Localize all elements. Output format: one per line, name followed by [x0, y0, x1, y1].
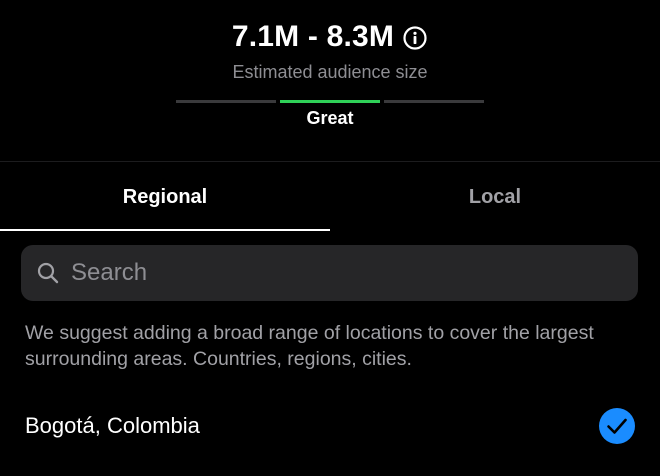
location-name: Bogotá, Colombia	[25, 413, 200, 438]
info-circle-icon[interactable]	[402, 25, 428, 51]
audience-range-row: 7.1M - 8.3M	[0, 20, 660, 54]
tab-selected-indicator	[0, 229, 330, 231]
checkmark-circle-icon[interactable]	[598, 407, 636, 445]
tab-regional[interactable]: Regional	[0, 162, 330, 232]
search-icon	[37, 262, 59, 284]
audience-subtitle: Estimated audience size	[232, 62, 428, 82]
audience-rating: Great	[306, 108, 354, 128]
meter-segment-2	[280, 100, 380, 103]
tab-regional-label: Regional	[122, 185, 208, 208]
audience-range: 7.1M - 8.3M	[231, 20, 395, 53]
tab-local[interactable]: Local	[330, 162, 660, 232]
meter-segment-1	[176, 100, 276, 103]
location-hint: We suggest adding a broad range of locat…	[25, 322, 594, 370]
meter-segment-3	[384, 100, 484, 103]
audience-meter	[176, 100, 484, 103]
tab-local-label: Local	[468, 185, 522, 208]
search-bar[interactable]	[21, 245, 638, 301]
location-tabs: Regional Local	[0, 162, 660, 232]
audience-header: 7.1M - 8.3M Estimated audience size Grea…	[0, 0, 660, 162]
search-input[interactable]	[71, 259, 611, 287]
list-item[interactable]: Bogotá, Colombia	[0, 400, 660, 452]
